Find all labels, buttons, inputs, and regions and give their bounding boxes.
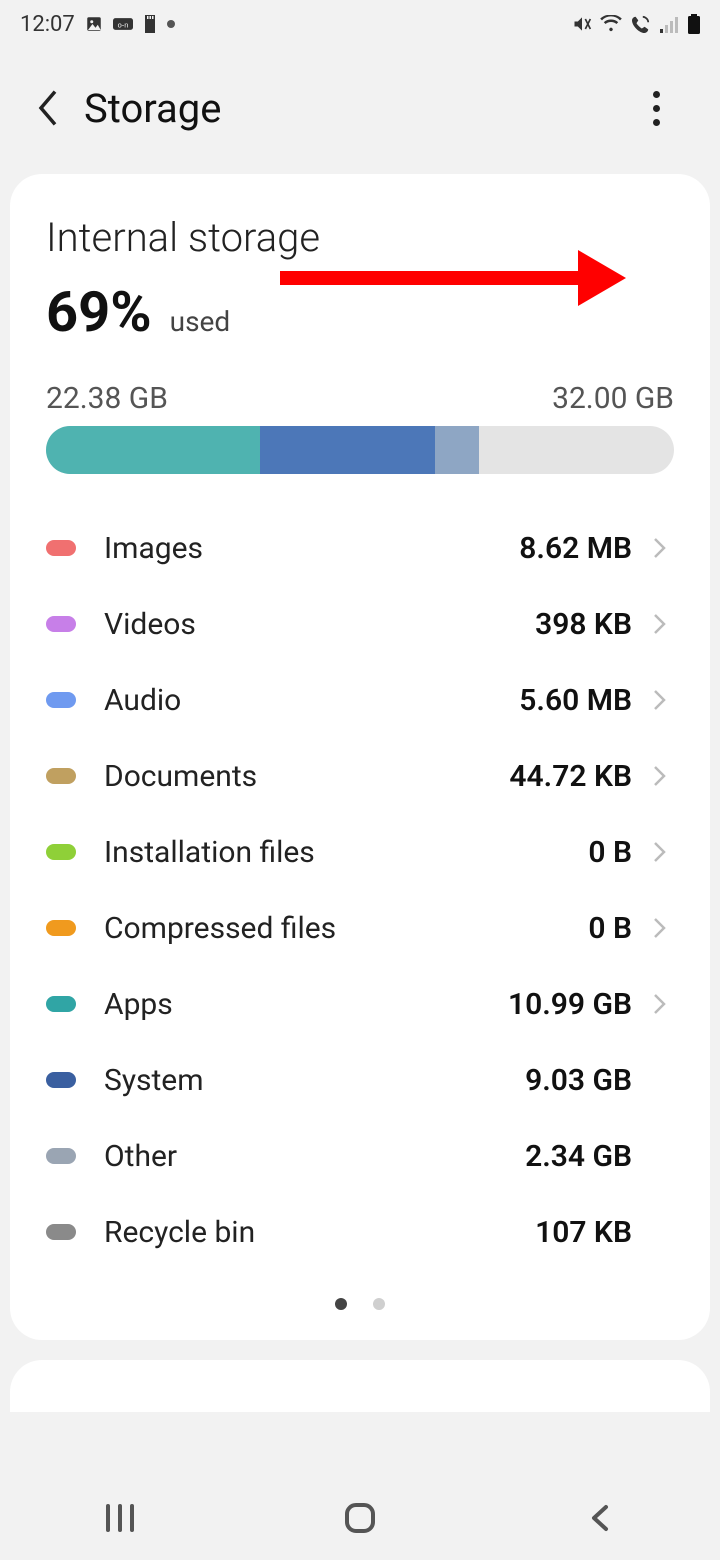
- status-time: 12:07: [20, 12, 75, 37]
- page-dot-2[interactable]: [373, 1298, 385, 1310]
- category-color-pill: [46, 1224, 76, 1240]
- category-row-audio[interactable]: Audio5.60 MB: [46, 662, 674, 738]
- category-label: Videos: [104, 607, 535, 642]
- category-value: 44.72 KB: [509, 759, 632, 794]
- category-value: 0 B: [588, 911, 632, 946]
- vpn-notif-icon: o-n: [113, 16, 133, 32]
- chevron-right-icon: [646, 536, 674, 560]
- used-label: used: [170, 305, 231, 338]
- signal-icon: [660, 15, 680, 33]
- category-value: 107 KB: [535, 1215, 632, 1250]
- usage-bar-segment: [260, 426, 436, 474]
- size-row: 22.38 GB 32.00 GB: [46, 381, 674, 416]
- category-color-pill: [46, 768, 76, 784]
- category-label: Documents: [104, 759, 509, 794]
- category-color-pill: [46, 1148, 76, 1164]
- category-color-pill: [46, 692, 76, 708]
- app-header: Storage: [0, 48, 720, 168]
- category-list: Images8.62 MBVideos398 KBAudio5.60 MBDoc…: [46, 510, 674, 1270]
- category-value: 10.99 GB: [508, 987, 632, 1022]
- category-label: System: [104, 1063, 525, 1098]
- sd-notif-icon: [143, 15, 157, 33]
- category-color-pill: [46, 844, 76, 860]
- category-value: 8.62 MB: [519, 531, 632, 566]
- category-color-pill: [46, 996, 76, 1012]
- category-row-other: Other2.34 GB: [46, 1118, 674, 1194]
- chevron-right-icon: [646, 688, 674, 712]
- category-label: Other: [104, 1139, 525, 1174]
- page-title: Storage: [84, 85, 221, 132]
- chevron-left-icon: [34, 87, 62, 129]
- total-size: 32.00 GB: [552, 381, 674, 416]
- page-dot-1[interactable]: [335, 1298, 347, 1310]
- category-value: 9.03 GB: [525, 1063, 632, 1098]
- category-color-pill: [46, 616, 76, 632]
- page-indicator[interactable]: [46, 1298, 674, 1310]
- status-right: [572, 14, 700, 34]
- home-icon: [343, 1501, 377, 1535]
- chevron-right-icon: [646, 764, 674, 788]
- internal-storage-card: Internal storage 69% used 22.38 GB 32.00…: [10, 174, 710, 1340]
- category-label: Recycle bin: [104, 1215, 535, 1250]
- svg-text:o-n: o-n: [117, 20, 128, 29]
- category-color-pill: [46, 1072, 76, 1088]
- back-button[interactable]: [24, 84, 72, 132]
- more-options-button[interactable]: [628, 80, 684, 136]
- category-value: 2.34 GB: [525, 1139, 632, 1174]
- used-size: 22.38 GB: [46, 381, 168, 416]
- category-row-system: System9.03 GB: [46, 1042, 674, 1118]
- mute-vibrate-icon: [572, 14, 592, 34]
- category-value: 5.60 MB: [519, 683, 632, 718]
- usage-percent-row: 69% used: [46, 279, 674, 345]
- category-row-recycle-bin: Recycle bin107 KB: [46, 1194, 674, 1270]
- category-value: 0 B: [588, 835, 632, 870]
- wifi-calling-icon: [630, 15, 652, 33]
- category-row-apps[interactable]: Apps10.99 GB: [46, 966, 674, 1042]
- status-bar: 12:07 o-n: [0, 0, 720, 48]
- category-label: Installation files: [104, 835, 588, 870]
- status-left: 12:07 o-n: [20, 12, 175, 37]
- usage-percent: 69%: [46, 279, 152, 345]
- chevron-right-icon: [646, 612, 674, 636]
- next-card-peek[interactable]: [10, 1360, 710, 1412]
- category-row-documents[interactable]: Documents44.72 KB: [46, 738, 674, 814]
- more-vertical-icon: [653, 91, 660, 126]
- system-nav-bar: [0, 1476, 720, 1560]
- category-label: Images: [104, 531, 519, 566]
- usage-bar: [46, 426, 674, 474]
- category-row-installation-files[interactable]: Installation files0 B: [46, 814, 674, 890]
- chevron-right-icon: [646, 840, 674, 864]
- wifi-icon: [600, 15, 622, 33]
- nav-back-icon: [586, 1503, 614, 1533]
- nav-recents-button[interactable]: [90, 1498, 150, 1538]
- category-value: 398 KB: [535, 607, 632, 642]
- usage-bar-segment: [435, 426, 479, 474]
- storage-section-title: Internal storage: [46, 214, 674, 261]
- recents-icon: [103, 1504, 137, 1532]
- category-row-videos[interactable]: Videos398 KB: [46, 586, 674, 662]
- category-color-pill: [46, 540, 76, 556]
- image-notif-icon: [85, 15, 103, 33]
- usage-bar-segment: [46, 426, 260, 474]
- nav-home-button[interactable]: [330, 1498, 390, 1538]
- category-label: Audio: [104, 683, 519, 718]
- category-row-images[interactable]: Images8.62 MB: [46, 510, 674, 586]
- battery-icon: [688, 14, 700, 34]
- category-label: Apps: [104, 987, 508, 1022]
- category-color-pill: [46, 920, 76, 936]
- nav-back-button[interactable]: [570, 1498, 630, 1538]
- category-row-compressed-files[interactable]: Compressed files0 B: [46, 890, 674, 966]
- chevron-right-icon: [646, 916, 674, 940]
- category-label: Compressed files: [104, 911, 588, 946]
- more-notif-dot-icon: [167, 20, 175, 28]
- chevron-right-icon: [646, 992, 674, 1016]
